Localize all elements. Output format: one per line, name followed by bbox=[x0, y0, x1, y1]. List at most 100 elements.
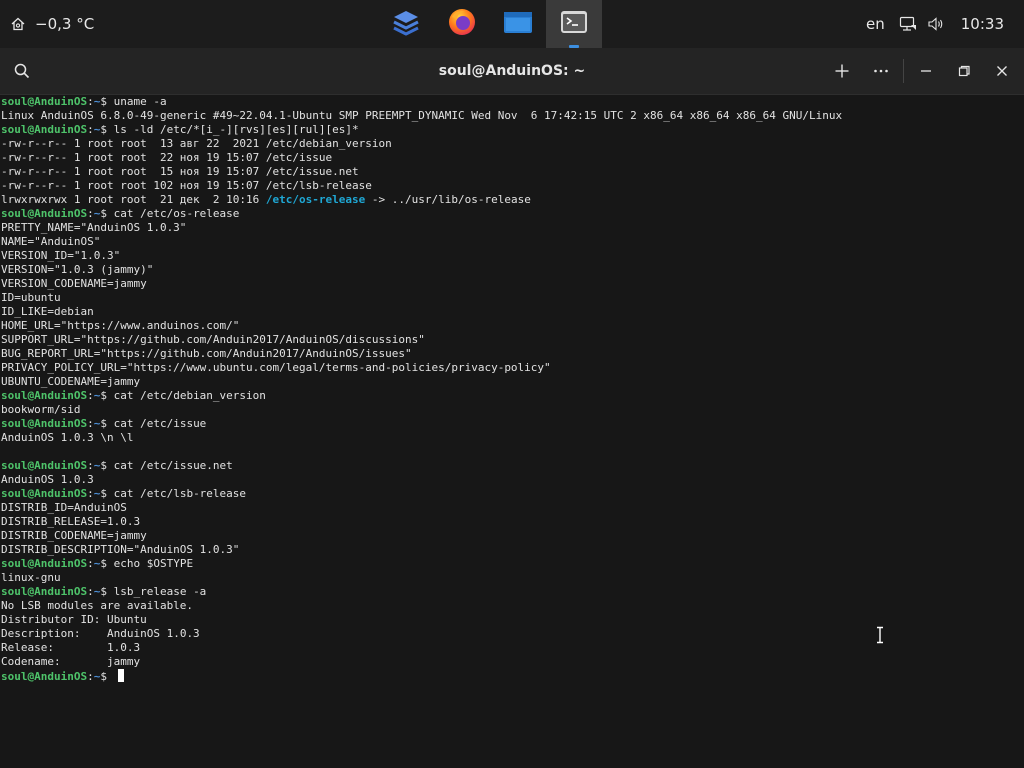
prompt-symbol: $ bbox=[100, 585, 114, 598]
prompt-symbol: $ bbox=[100, 417, 114, 430]
new-tab-button[interactable] bbox=[830, 59, 854, 83]
command-line: soul@AnduinOS:~$ echo $OSTYPE bbox=[1, 557, 194, 570]
command-line: soul@AnduinOS:~$ lsb_release -a bbox=[1, 585, 207, 598]
output-text: Description: AnduinOS 1.0.3 bbox=[1, 627, 200, 640]
prompt-symbol: $ bbox=[100, 95, 114, 108]
prompt-user: soul@AnduinOS bbox=[1, 585, 88, 598]
network-icon[interactable] bbox=[899, 16, 917, 32]
output-text: VERSION_ID="1.0.3" bbox=[1, 249, 121, 262]
output-line: ID_LIKE=debian bbox=[1, 305, 1024, 319]
maximize-button[interactable] bbox=[952, 59, 976, 83]
dock-item-firefox[interactable] bbox=[434, 0, 490, 48]
output-text: Distributor ID: Ubuntu bbox=[1, 613, 147, 626]
output-text: ID=ubuntu bbox=[1, 291, 61, 304]
symlink-target: -> ../usr/lib/os-release bbox=[365, 193, 531, 206]
output-line: AnduinOS 1.0.3 bbox=[1, 473, 1024, 487]
dock-item-stack-app[interactable] bbox=[378, 0, 434, 48]
command-text: ls -ld /etc/*[i_-][rvs][es][rul][es]* bbox=[113, 123, 359, 136]
prompt-symbol: $ bbox=[100, 459, 114, 472]
volume-icon[interactable] bbox=[927, 16, 945, 32]
output-text: NAME="AnduinOS" bbox=[1, 235, 101, 248]
minimize-icon bbox=[921, 70, 931, 72]
prompt-symbol: $ bbox=[100, 557, 114, 570]
command-text: cat /etc/lsb-release bbox=[113, 487, 247, 500]
output-line: -rw-r--r-- 1 root root 15 ноя 19 15:07 /… bbox=[1, 165, 1024, 179]
output-text: Linux AnduinOS 6.8.0-49-generic #49~22.0… bbox=[1, 109, 843, 122]
output-text: UBUNTU_CODENAME=jammy bbox=[1, 375, 141, 388]
command-text: uname -a bbox=[113, 95, 167, 108]
terminal-titlebar: soul@AnduinOS: ~ bbox=[0, 48, 1024, 95]
text-cursor bbox=[117, 669, 124, 682]
output-line: linux-gnu bbox=[1, 571, 1024, 585]
output-line: UBUNTU_CODENAME=jammy bbox=[1, 375, 1024, 389]
output-line: NAME="AnduinOS" bbox=[1, 235, 1024, 249]
prompt-symbol: $ bbox=[100, 389, 114, 402]
output-text: HOME_URL="https://www.anduinos.com/" bbox=[1, 319, 240, 332]
prompt-user: soul@AnduinOS bbox=[1, 95, 88, 108]
titlebar-separator bbox=[903, 59, 904, 83]
output-text: -rw-r--r-- 1 root root 15 ноя 19 15:07 /… bbox=[1, 165, 359, 178]
stack-app-icon bbox=[391, 7, 421, 41]
output-text: SUPPORT_URL="https://github.com/Anduin20… bbox=[1, 333, 425, 346]
symlink-name: /etc/os-release bbox=[265, 193, 366, 206]
output-line: Distributor ID: Ubuntu bbox=[1, 613, 1024, 627]
menu-button[interactable] bbox=[869, 59, 893, 83]
output-line: PRIVACY_POLICY_URL="https://www.ubuntu.c… bbox=[1, 361, 1024, 375]
command-line: soul@AnduinOS:~$ cat /etc/debian_version bbox=[1, 389, 266, 402]
prompt-symbol: $ bbox=[100, 670, 114, 683]
dock bbox=[378, 0, 602, 48]
output-line: DISTRIB_ID=AnduinOS bbox=[1, 501, 1024, 515]
plus-icon bbox=[835, 64, 849, 78]
output-line: PRETTY_NAME="AnduinOS 1.0.3" bbox=[1, 221, 1024, 235]
output-text: PRIVACY_POLICY_URL="https://www.ubuntu.c… bbox=[1, 361, 551, 374]
output-text: ID_LIKE=debian bbox=[1, 305, 94, 318]
command-text: cat /etc/issue bbox=[113, 417, 207, 430]
clock[interactable]: 10:33 bbox=[961, 15, 1004, 33]
output-text: -rw-r--r-- 1 root root 22 ноя 19 15:07 /… bbox=[1, 151, 333, 164]
prompt-user: soul@AnduinOS bbox=[1, 557, 88, 570]
output-text: DISTRIB_DESCRIPTION="AnduinOS 1.0.3" bbox=[1, 543, 240, 556]
output-text: VERSION="1.0.3 (jammy)" bbox=[1, 263, 154, 276]
output-line: Linux AnduinOS 6.8.0-49-generic #49~22.0… bbox=[1, 109, 1024, 123]
output-text: Release: 1.0.3 bbox=[1, 641, 141, 654]
command-line: soul@AnduinOS:~$ cat /etc/os-release bbox=[1, 207, 240, 220]
output-text: linux-gnu bbox=[1, 571, 61, 584]
weather-temperature: −0,3 °C bbox=[35, 15, 95, 33]
close-icon bbox=[997, 66, 1007, 76]
output-line: -rw-r--r-- 1 root root 22 ноя 19 15:07 /… bbox=[1, 151, 1024, 165]
output-line: DISTRIB_CODENAME=jammy bbox=[1, 529, 1024, 543]
output-text: Codename: jammy bbox=[1, 655, 141, 668]
minimize-button[interactable] bbox=[914, 59, 938, 83]
prompt-user: soul@AnduinOS bbox=[1, 487, 88, 500]
prompt-user: soul@AnduinOS bbox=[1, 389, 88, 402]
output-line: No LSB modules are available. bbox=[1, 599, 1024, 613]
prompt-user: soul@AnduinOS bbox=[1, 670, 88, 683]
files-icon bbox=[502, 7, 534, 41]
output-text: DISTRIB_RELEASE=1.0.3 bbox=[1, 515, 141, 528]
command-text: cat /etc/debian_version bbox=[113, 389, 266, 402]
output-text: lrwxrwxrwx 1 root root 21 дек 2 10:16 bbox=[1, 193, 266, 206]
output-text: No LSB modules are available. bbox=[1, 599, 194, 612]
output-line: VERSION_CODENAME=jammy bbox=[1, 277, 1024, 291]
output-line: VERSION="1.0.3 (jammy)" bbox=[1, 263, 1024, 277]
output-line: Codename: jammy bbox=[1, 655, 1024, 669]
output-line: BUG_REPORT_URL="https://github.com/Andui… bbox=[1, 347, 1024, 361]
output-text: BUG_REPORT_URL="https://github.com/Andui… bbox=[1, 347, 412, 360]
output-line: VERSION_ID="1.0.3" bbox=[1, 249, 1024, 263]
output-line: HOME_URL="https://www.anduinos.com/" bbox=[1, 319, 1024, 333]
dock-item-files[interactable] bbox=[490, 0, 546, 48]
restore-icon bbox=[958, 65, 970, 77]
search-icon[interactable] bbox=[13, 62, 31, 84]
firefox-icon bbox=[447, 7, 477, 41]
weather-widget[interactable]: −0,3 °C bbox=[10, 0, 94, 48]
output-text: VERSION_CODENAME=jammy bbox=[1, 277, 147, 290]
output-text: -rw-r--r-- 1 root root 13 авг 22 2021 /e… bbox=[1, 137, 392, 150]
close-button[interactable] bbox=[990, 59, 1014, 83]
dock-item-terminal[interactable] bbox=[546, 0, 602, 48]
terminal-area[interactable]: soul@AnduinOS:~$ uname -a Linux AnduinOS … bbox=[0, 95, 1024, 768]
text-cursor-icon bbox=[874, 626, 886, 648]
keyboard-layout-indicator[interactable]: en bbox=[866, 15, 885, 33]
command-text: cat /etc/os-release bbox=[113, 207, 240, 220]
command-line: soul@AnduinOS:~$ cat /etc/issue.net bbox=[1, 459, 233, 472]
